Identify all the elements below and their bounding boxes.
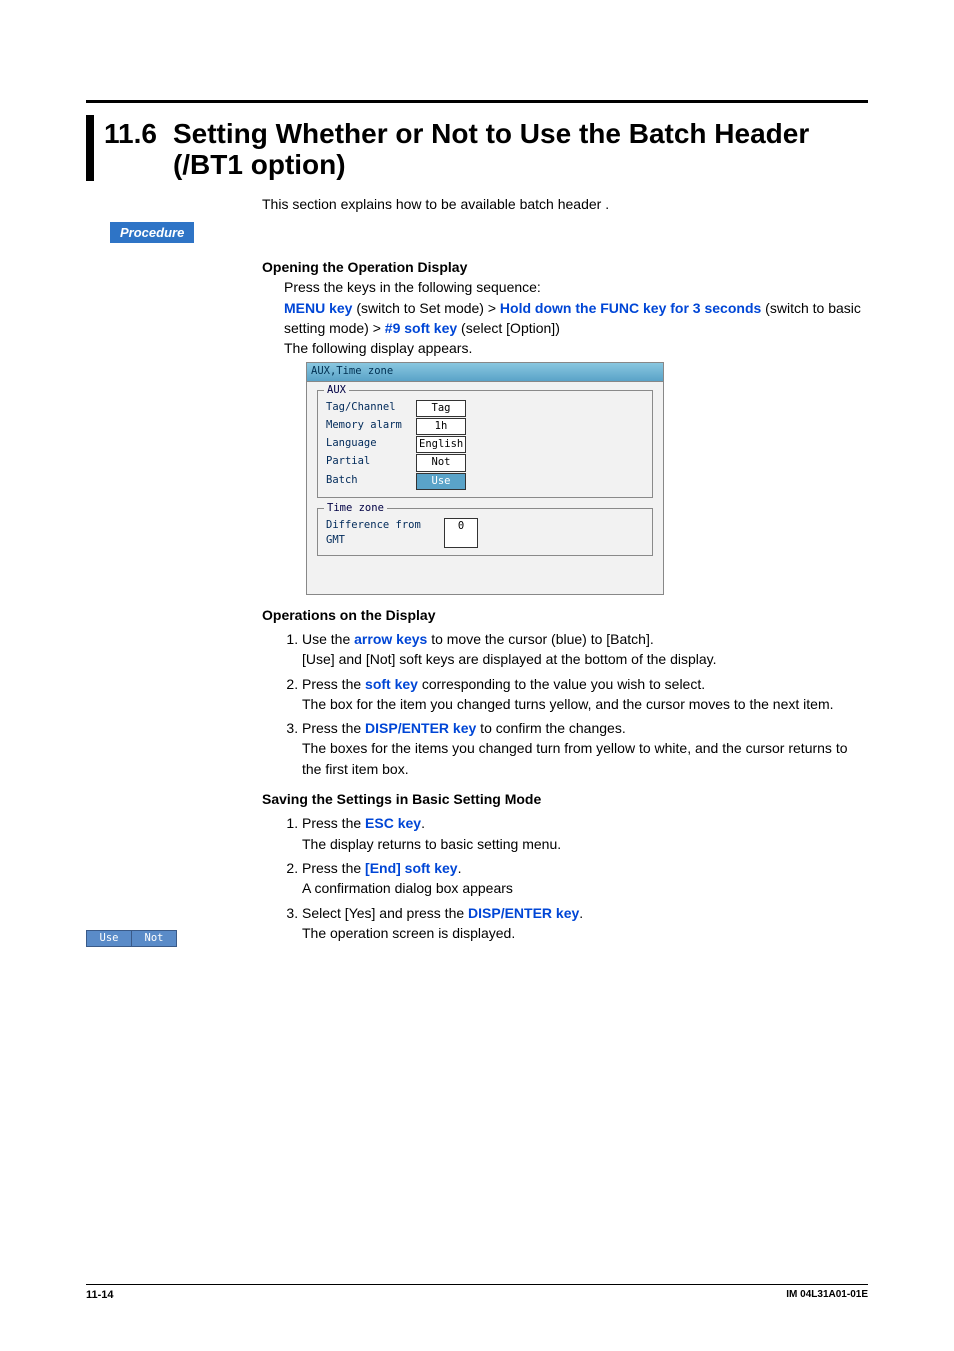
opening-line3: The following display appears. (284, 338, 868, 358)
row-label: Difference from GMT (326, 518, 444, 548)
saving-heading: Saving the Settings in Basic Setting Mod… (262, 789, 868, 809)
row-label: Tag/Channel (326, 400, 416, 417)
opening-line1: Press the keys in the following sequence… (284, 277, 868, 297)
ops-post: to confirm the changes. (476, 720, 625, 736)
row-value-selected[interactable]: Use (416, 473, 466, 490)
row-label: Memory alarm (326, 418, 416, 435)
saving-follow: A confirmation dialog box appears (302, 878, 868, 898)
top-rule (86, 100, 868, 103)
ops-item: Use the arrow keys to move the cursor (b… (302, 629, 868, 670)
ops-post: corresponding to the value you wish to s… (418, 676, 705, 692)
saving-post: . (421, 815, 425, 831)
seq-txt3: (select [Option]) (457, 320, 560, 336)
end-soft-key: [End] soft key (365, 860, 458, 876)
menu-key: MENU key (284, 300, 352, 316)
ops-pre: Press the (302, 720, 365, 736)
soft-key9: #9 soft key (385, 320, 457, 336)
device-softkeys: Use Not (86, 930, 177, 947)
procedure-label: Procedure (110, 222, 194, 243)
saving-follow: The operation screen is displayed. (302, 923, 868, 943)
device-display: AUX,Time zone AUX Tag/ChannelTag Memory … (306, 362, 664, 594)
saving-list: Press the ESC key. The display returns t… (262, 813, 868, 943)
section-bar (86, 115, 94, 181)
func-key: Hold down the FUNC key for 3 seconds (500, 300, 761, 316)
disp-enter-key: DISP/ENTER key (468, 905, 579, 921)
ops-pre: Use the (302, 631, 354, 647)
row-label: Batch (326, 473, 416, 490)
group-aux-label: AUX (324, 383, 349, 398)
section-number: 11.6 (104, 115, 157, 150)
row-label: Partial (326, 454, 416, 471)
ops-item: Press the soft key corresponding to the … (302, 674, 868, 715)
row-label: Language (326, 436, 416, 453)
ops-follow: The boxes for the items you changed turn… (302, 738, 868, 779)
disp-enter-key: DISP/ENTER key (365, 720, 476, 736)
saving-post: . (579, 905, 583, 921)
softkey-use[interactable]: Use (86, 930, 132, 947)
intro-text: This section explains how to be availabl… (262, 196, 868, 212)
ops-list: Use the arrow keys to move the cursor (b… (262, 629, 868, 779)
arrow-keys: arrow keys (354, 631, 427, 647)
saving-pre: Press the (302, 815, 365, 831)
ops-pre: Press the (302, 676, 365, 692)
ops-heading: Operations on the Display (262, 605, 868, 625)
saving-follow: The display returns to basic setting men… (302, 834, 868, 854)
ops-post: to move the cursor (blue) to [Batch]. (427, 631, 653, 647)
device-group-aux: AUX Tag/ChannelTag Memory alarm1h Langua… (317, 390, 653, 498)
footer-doc-id: IM 04L31A01-01E (786, 1289, 868, 1301)
row-value[interactable]: English (416, 436, 466, 453)
saving-item: Select [Yes] and press the DISP/ENTER ke… (302, 903, 868, 944)
esc-key: ESC key (365, 815, 421, 831)
saving-pre: Press the (302, 860, 365, 876)
device-group-timezone: Time zone Difference from GMT0 (317, 508, 653, 556)
group-tz-label: Time zone (324, 501, 387, 516)
saving-post: . (458, 860, 462, 876)
section-title: Setting Whether or Not to Use the Batch … (173, 115, 833, 181)
section-heading: 11.6 Setting Whether or Not to Use the B… (86, 115, 833, 181)
ops-follow: [Use] and [Not] soft keys are displayed … (302, 649, 868, 669)
row-value[interactable]: 0 (444, 518, 478, 548)
row-value[interactable]: Tag (416, 400, 466, 417)
row-value[interactable]: Not (416, 454, 466, 471)
page-footer: 11-14 IM 04L31A01-01E (86, 1284, 868, 1301)
saving-item: Press the [End] soft key. A confirmation… (302, 858, 868, 899)
ops-item: Press the DISP/ENTER key to confirm the … (302, 718, 868, 779)
seq-txt1: (switch to Set mode) > (352, 300, 499, 316)
device-titlebar: AUX,Time zone (307, 363, 663, 381)
opening-heading: Opening the Operation Display (262, 257, 868, 277)
soft-key: soft key (365, 676, 418, 692)
saving-pre: Select [Yes] and press the (302, 905, 468, 921)
saving-item: Press the ESC key. The display returns t… (302, 813, 868, 854)
opening-sequence: MENU key (switch to Set mode) > Hold dow… (284, 298, 868, 339)
footer-page-number: 11-14 (86, 1289, 114, 1301)
softkey-not[interactable]: Not (132, 930, 177, 947)
ops-follow: The box for the item you changed turns y… (302, 694, 868, 714)
row-value[interactable]: 1h (416, 418, 466, 435)
